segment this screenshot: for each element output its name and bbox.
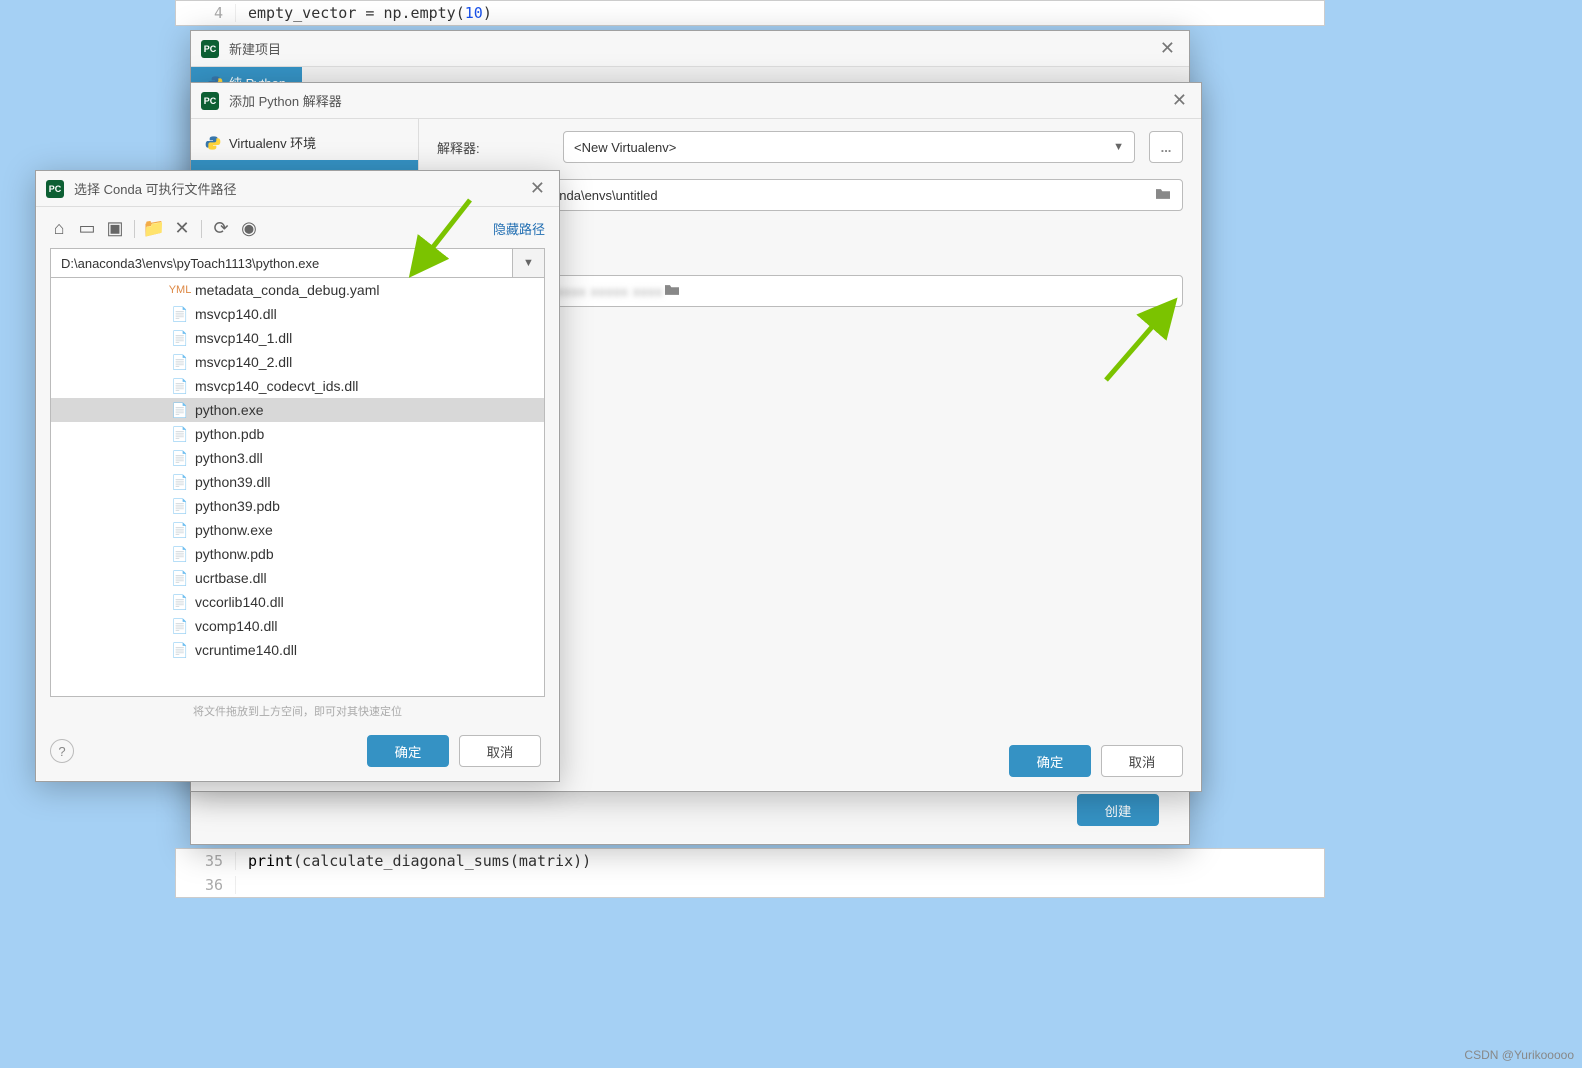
desktop-icon[interactable]: ▭ (78, 220, 96, 238)
file-name: vccorlib140.dll (195, 594, 284, 610)
file-item[interactable]: 📄 python.exe (51, 398, 544, 422)
file-name: python39.pdb (195, 498, 280, 514)
pycharm-icon: PC (201, 92, 219, 110)
file-name: vcruntime140.dll (195, 642, 297, 658)
file-name: python.exe (195, 402, 264, 418)
file-icon: 📄 (171, 401, 189, 419)
combo-value: <New Virtualenv> (574, 140, 676, 155)
file-item[interactable]: 📄 python3.dll (51, 446, 544, 470)
file-item[interactable]: 📄 msvcp140.dll (51, 302, 544, 326)
file-item[interactable]: 📄 vcruntime140.dll (51, 638, 544, 662)
code-editor-bottom: 35 print(calculate_diagonal_sums(matrix)… (175, 848, 1325, 898)
dialog-title: 选择 Conda 可执行文件路径 (74, 179, 526, 198)
show-hidden-icon[interactable]: ◉ (240, 220, 258, 238)
titlebar[interactable]: PC 添加 Python 解释器 ✕ (191, 83, 1201, 119)
hide-path-link[interactable]: 隐藏路径 (493, 219, 545, 238)
chevron-down-icon: ▼ (1113, 141, 1124, 153)
file-name: msvcp140_2.dll (195, 354, 292, 370)
help-icon[interactable]: ? (50, 739, 74, 763)
cancel-button[interactable]: 取消 (1101, 745, 1183, 777)
ok-button[interactable]: 确定 (1009, 745, 1091, 777)
close-icon[interactable]: ✕ (526, 178, 549, 199)
file-icon: 📄 (171, 305, 189, 323)
file-item[interactable]: 📄 msvcp140_1.dll (51, 326, 544, 350)
drop-hint: 将文件拖放到上方空间，即可对其快速定位 (50, 697, 545, 725)
path-value: D:\anaconda3\envs\pyToach1113\python.exe (51, 249, 512, 277)
file-name: python.pdb (195, 426, 264, 442)
file-name: metadata_conda_debug.yaml (195, 282, 379, 298)
file-item[interactable]: 📄 python39.dll (51, 470, 544, 494)
file-name: pythonw.exe (195, 522, 273, 538)
more-button[interactable]: ... (1149, 131, 1183, 163)
file-icon: 📄 (171, 593, 189, 611)
interpreter-label: 解释器: (437, 138, 549, 157)
file-icon: 📄 (171, 521, 189, 539)
pycharm-icon: PC (46, 180, 64, 198)
file-icon: 📄 (171, 569, 189, 587)
file-item[interactable]: 📄 msvcp140_codecvt_ids.dll (51, 374, 544, 398)
file-icon: 📄 (171, 545, 189, 563)
ok-button[interactable]: 确定 (367, 735, 449, 767)
new-folder-icon[interactable]: 📁 (145, 220, 163, 238)
file-name: msvcp140_1.dll (195, 330, 292, 346)
cancel-button[interactable]: 取消 (459, 735, 541, 767)
file-name: ucrtbase.dll (195, 570, 267, 586)
watermark: CSDN @Yurikooooo (1464, 1048, 1574, 1062)
file-icon: 📄 (171, 497, 189, 515)
line-number: 4 (176, 4, 236, 22)
file-icon: 📄 (171, 617, 189, 635)
file-item[interactable]: 📄 pythonw.pdb (51, 542, 544, 566)
file-icon: 📄 (171, 377, 189, 395)
pycharm-icon: PC (201, 40, 219, 58)
file-item[interactable]: 📄 vccorlib140.dll (51, 590, 544, 614)
sidebar-item-label: Virtualenv 环境 (229, 133, 316, 152)
file-icon: 📄 (171, 329, 189, 347)
project-icon[interactable]: ▣ (106, 220, 124, 238)
close-icon[interactable]: ✕ (1168, 90, 1191, 111)
chevron-down-icon[interactable]: ▼ (512, 249, 544, 277)
file-icon: 📄 (171, 353, 189, 371)
file-name: python39.dll (195, 474, 271, 490)
folder-icon[interactable] (663, 283, 681, 300)
file-icon: 📄 (171, 641, 189, 659)
dialog-title: 添加 Python 解释器 (229, 91, 1168, 110)
interpreter-combo[interactable]: <New Virtualenv> ▼ (563, 131, 1135, 163)
file-item[interactable]: 📄 python.pdb (51, 422, 544, 446)
file-list[interactable]: YML metadata_conda_debug.yaml 📄 msvcp140.dl… (50, 278, 545, 697)
line-number: 35 (176, 852, 236, 870)
delete-icon[interactable]: ✕ (173, 220, 191, 238)
file-icon: 📄 (171, 425, 189, 443)
close-icon[interactable]: ✕ (1156, 38, 1179, 59)
line-number: 36 (176, 876, 236, 894)
file-item[interactable]: 📄 pythonw.exe (51, 518, 544, 542)
yaml-file-icon: YML (171, 281, 189, 299)
folder-icon[interactable] (1154, 187, 1172, 204)
file-item[interactable]: 📄 vcomp140.dll (51, 614, 544, 638)
file-item[interactable]: YML metadata_conda_debug.yaml (51, 278, 544, 302)
path-combo[interactable]: D:\anaconda3\envs\pyToach1113\python.exe… (50, 248, 545, 278)
sidebar-item-virtualenv[interactable]: Virtualenv 环境 (191, 125, 418, 160)
create-button[interactable]: 创建 (1077, 794, 1159, 826)
dialog-title: 新建项目 (229, 39, 1156, 58)
file-item[interactable]: 📄 ucrtbase.dll (51, 566, 544, 590)
file-name: vcomp140.dll (195, 618, 278, 634)
file-name: pythonw.pdb (195, 546, 274, 562)
file-icon: 📄 (171, 473, 189, 491)
refresh-icon[interactable]: ⟳ (212, 220, 230, 238)
conda-path-dialog: PC 选择 Conda 可执行文件路径 ✕ ⌂ ▭ ▣ 📁 ✕ ⟳ ◉ 隐藏路径… (35, 170, 560, 782)
file-name: msvcp140.dll (195, 306, 277, 322)
home-icon[interactable]: ⌂ (50, 220, 68, 238)
file-icon: 📄 (171, 449, 189, 467)
file-name: msvcp140_codecvt_ids.dll (195, 378, 358, 394)
file-item[interactable]: 📄 python39.pdb (51, 494, 544, 518)
code-editor-background: 4 empty_vector = np.empty(10) (175, 0, 1325, 26)
titlebar[interactable]: PC 选择 Conda 可执行文件路径 ✕ (36, 171, 559, 207)
titlebar[interactable]: PC 新建项目 ✕ (191, 31, 1189, 67)
file-item[interactable]: 📄 msvcp140_2.dll (51, 350, 544, 374)
file-toolbar: ⌂ ▭ ▣ 📁 ✕ ⟳ ◉ 隐藏路径 (50, 219, 545, 238)
file-name: python3.dll (195, 450, 263, 466)
